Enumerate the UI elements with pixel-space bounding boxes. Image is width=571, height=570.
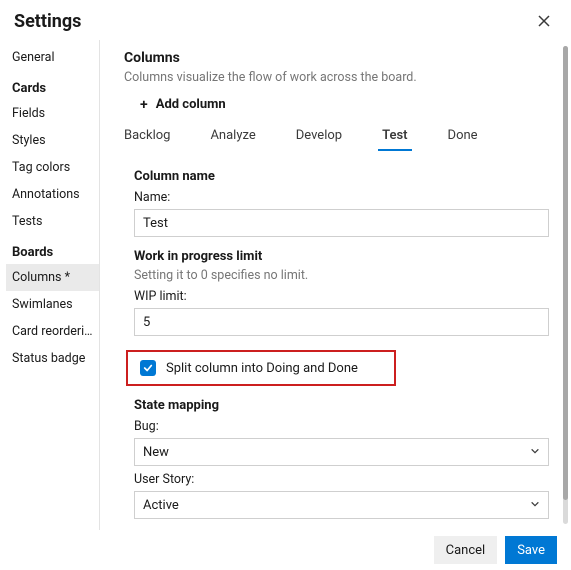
close-button[interactable] — [531, 8, 557, 34]
sidebar-item-status-badge[interactable]: Status badge — [6, 345, 99, 372]
checkbox-checked-icon — [140, 360, 156, 376]
columns-subtext: Columns visualize the flow of work acros… — [124, 70, 551, 85]
add-column-button[interactable]: + Add column — [124, 93, 551, 120]
chevron-down-icon — [530, 498, 540, 508]
sidebar-item-fields[interactable]: Fields — [6, 100, 99, 127]
sidebar-item-card-reorder[interactable]: Card reorderi… — [6, 318, 99, 345]
tab-backlog[interactable]: Backlog — [124, 124, 170, 151]
user-story-state-value: Active — [143, 498, 179, 513]
wip-subtext: Setting it to 0 specifies no limit. — [134, 268, 549, 283]
sidebar-group-boards: Boards — [6, 235, 99, 264]
tab-analyze[interactable]: Analyze — [210, 124, 255, 151]
sidebar-item-tag-colors[interactable]: Tag colors — [6, 154, 99, 181]
columns-heading: Columns — [124, 50, 551, 66]
columns-settings-panel: Columns Columns visualize the flow of wo… — [100, 40, 571, 530]
bug-state-select[interactable]: New — [134, 438, 549, 466]
sidebar-item-general[interactable]: General — [6, 44, 99, 71]
columns-tabstrip: Backlog Analyze Develop Test Done — [124, 120, 551, 151]
cancel-button[interactable]: Cancel — [434, 536, 498, 564]
bug-state-value: New — [143, 445, 169, 460]
close-icon — [538, 12, 550, 31]
user-story-label: User Story: — [134, 472, 549, 487]
save-button[interactable]: Save — [505, 536, 557, 564]
sidebar-item-styles[interactable]: Styles — [6, 127, 99, 154]
settings-sidebar: General Cards Fields Styles Tag colors A… — [0, 40, 100, 530]
tab-develop[interactable]: Develop — [296, 124, 342, 151]
sidebar-group-cards: Cards — [6, 71, 99, 100]
name-label: Name: — [134, 190, 549, 205]
tab-test[interactable]: Test — [382, 124, 407, 151]
chevron-down-icon — [530, 445, 540, 455]
vertical-scrollbar[interactable] — [563, 46, 568, 524]
split-column-label: Split column into Doing and Done — [166, 361, 358, 376]
column-name-input[interactable] — [134, 209, 549, 237]
split-column-row[interactable]: Split column into Doing and Done — [126, 350, 396, 386]
plus-icon: + — [140, 98, 148, 112]
dialog-footer: Cancel Save — [0, 530, 571, 570]
sidebar-item-annotations[interactable]: Annotations — [6, 181, 99, 208]
user-story-state-select[interactable]: Active — [134, 491, 549, 519]
scrollbar-thumb[interactable] — [563, 46, 568, 500]
settings-title: Settings — [14, 11, 81, 32]
wip-heading: Work in progress limit — [134, 249, 549, 264]
state-mapping-heading: State mapping — [134, 398, 549, 413]
bug-label: Bug: — [134, 419, 549, 434]
add-column-label: Add column — [156, 97, 226, 112]
sidebar-item-columns[interactable]: Columns * — [6, 264, 99, 291]
wip-label: WIP limit: — [134, 289, 549, 304]
sidebar-item-swimlanes[interactable]: Swimlanes — [6, 291, 99, 318]
sidebar-item-tests[interactable]: Tests — [6, 208, 99, 235]
column-name-heading: Column name — [134, 169, 549, 184]
tab-done[interactable]: Done — [448, 124, 478, 151]
wip-limit-input[interactable] — [134, 308, 549, 336]
